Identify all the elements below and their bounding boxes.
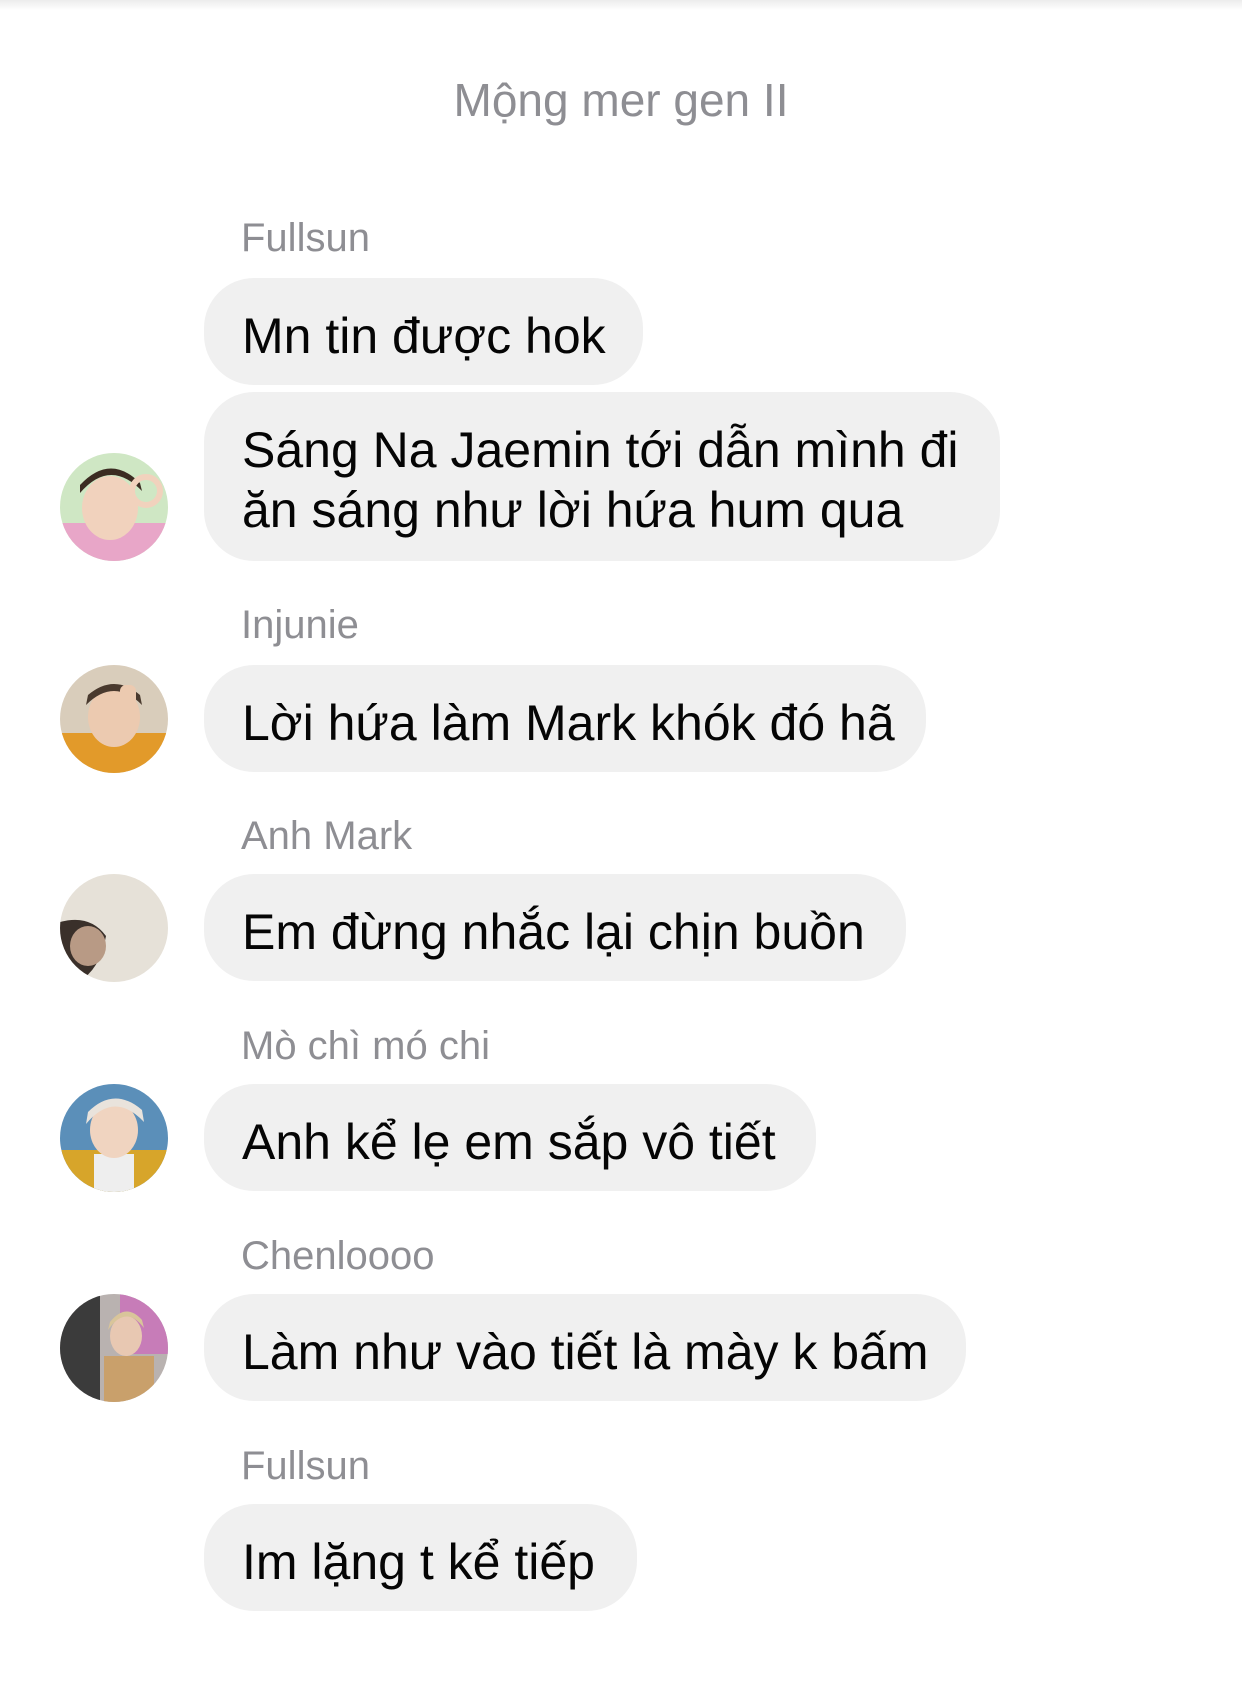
message-text: Anh kể lẹ em sắp vô tiết bbox=[242, 1114, 776, 1170]
profile-photo-icon bbox=[60, 665, 168, 773]
message-text: Im lặng t kể tiếp bbox=[242, 1534, 595, 1590]
message-text: Lời hứa làm Mark khók đó hã bbox=[242, 695, 895, 751]
profile-photo-icon bbox=[60, 453, 168, 561]
sender-name: Fullsun bbox=[241, 216, 370, 260]
profile-photo-icon bbox=[60, 1084, 168, 1192]
avatar[interactable] bbox=[60, 665, 168, 773]
avatar[interactable] bbox=[60, 1084, 168, 1192]
status-bar-fade bbox=[0, 0, 1242, 10]
message-bubble[interactable]: Anh kể lẹ em sắp vô tiết bbox=[204, 1084, 816, 1191]
sender-name: Injunie bbox=[241, 603, 359, 647]
avatar[interactable] bbox=[60, 1294, 168, 1402]
message-bubble[interactable]: Làm như vào tiết là mày k bấm bbox=[204, 1294, 966, 1401]
avatar[interactable] bbox=[60, 453, 168, 561]
message-text: Mn tin được hok bbox=[242, 308, 606, 364]
conversation-title[interactable]: Mộng mer gen II bbox=[0, 70, 1242, 130]
sender-name: Fullsun bbox=[241, 1444, 370, 1488]
message-bubble[interactable]: Im lặng t kể tiếp bbox=[204, 1504, 637, 1611]
avatar[interactable] bbox=[60, 874, 168, 982]
sender-name: Mò chì mó chi bbox=[241, 1024, 490, 1068]
sender-name: Chenloooo bbox=[241, 1234, 435, 1278]
message-text-line: ăn sáng như lời hứa hum qua bbox=[242, 482, 904, 538]
message-bubble[interactable]: Em đừng nhắc lại chịn buồn bbox=[204, 874, 906, 981]
sender-name: Anh Mark bbox=[241, 814, 413, 858]
profile-photo-icon bbox=[60, 874, 168, 982]
message-bubble[interactable]: Sáng Na Jaemin tới dẫn mình đi ăn sáng n… bbox=[204, 392, 1000, 561]
message-text: Làm như vào tiết là mày k bấm bbox=[242, 1324, 929, 1380]
message-text: Em đừng nhắc lại chịn buồn bbox=[242, 904, 865, 960]
message-bubble[interactable]: Lời hứa làm Mark khók đó hã bbox=[204, 665, 926, 772]
message-text-line: Sáng Na Jaemin tới dẫn mình đi bbox=[242, 422, 959, 478]
message-bubble[interactable]: Mn tin được hok bbox=[204, 278, 643, 385]
profile-photo-icon bbox=[60, 1294, 168, 1402]
